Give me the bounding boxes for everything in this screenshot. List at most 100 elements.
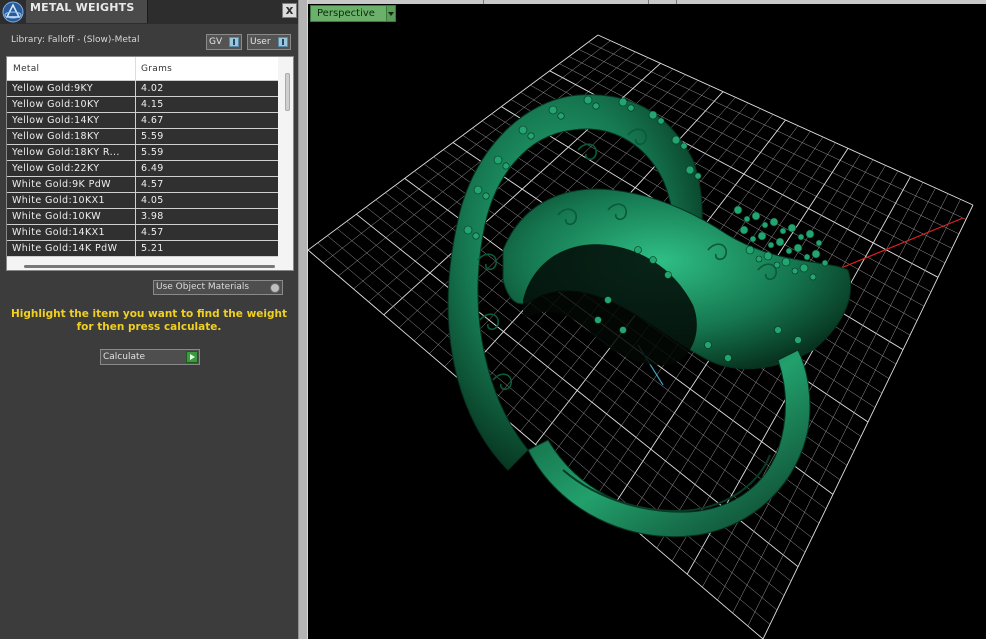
toggle-switch-icon	[229, 37, 239, 47]
viewport-divider	[648, 0, 649, 4]
toggle-switch-icon	[278, 37, 288, 47]
play-icon	[186, 351, 198, 363]
column-divider[interactable]	[135, 57, 136, 81]
use-object-materials-option[interactable]: Use Object Materials	[153, 280, 283, 295]
metal-cell: Yellow Gold:18KY R...	[12, 147, 120, 158]
bead	[548, 105, 558, 115]
bead	[594, 316, 602, 324]
column-header-metal[interactable]: Metal	[13, 64, 39, 74]
bead	[799, 263, 809, 273]
bead	[664, 271, 672, 279]
table-row[interactable]: Yellow Gold:22KY 6.49	[7, 161, 278, 177]
bead	[781, 257, 791, 267]
bead	[671, 135, 681, 145]
panel-title: METAL WEIGHTS	[30, 1, 135, 14]
table-row[interactable]: Yellow Gold:9KY 4.02	[7, 81, 278, 97]
cell-divider	[135, 129, 136, 145]
instruction-text: Highlight the item you want to find the …	[11, 308, 287, 333]
bead	[763, 251, 773, 261]
grams-cell: 5.59	[141, 131, 164, 142]
bead	[472, 232, 480, 240]
cell-divider	[135, 145, 136, 161]
viewport-divider	[676, 0, 677, 4]
grams-cell: 5.59	[141, 147, 164, 158]
grams-cell: 4.05	[141, 195, 164, 206]
calculate-label: Calculate	[103, 352, 146, 362]
bead	[739, 225, 749, 235]
bead	[685, 165, 695, 175]
bead	[648, 110, 658, 120]
bead	[797, 233, 805, 241]
radio-icon[interactable]	[270, 283, 280, 293]
bead	[649, 256, 657, 264]
table-row[interactable]: Yellow Gold:10KY 4.15	[7, 97, 278, 113]
table-row[interactable]: White Gold:10KX1 4.05	[7, 193, 278, 209]
table-row[interactable]: White Gold:10KW 3.98	[7, 209, 278, 225]
calculate-button[interactable]: Calculate	[100, 349, 200, 365]
viewport-scene	[308, 34, 974, 639]
grams-cell: 6.49	[141, 163, 164, 174]
user-library-toggle[interactable]: User	[247, 34, 291, 50]
chevron-down-icon[interactable]	[386, 5, 396, 22]
bead	[557, 112, 565, 120]
bead	[743, 215, 751, 223]
table-header: Metal Grams	[7, 57, 278, 81]
metal-cell: White Gold:14KX1	[12, 227, 105, 238]
panel-splitter[interactable]	[298, 0, 308, 639]
bead	[627, 104, 635, 112]
table-row[interactable]: White Gold:9K PdW 4.57	[7, 177, 278, 193]
bead	[805, 229, 815, 239]
bead	[527, 132, 535, 140]
library-label: Library: Falloff - (Slow)-Metal	[11, 35, 140, 45]
bead	[518, 125, 528, 135]
bead	[493, 155, 503, 165]
bead	[769, 217, 779, 227]
horizontal-scrollbar[interactable]	[24, 265, 275, 268]
table-row[interactable]: White Gold:14K PdW 5.21	[7, 241, 278, 257]
bead	[785, 247, 793, 255]
bead	[583, 95, 593, 105]
table-row[interactable]: Yellow Gold:18KY R... 5.59	[7, 145, 278, 161]
use-object-materials-label: Use Object Materials	[156, 282, 250, 292]
user-toggle-label: User	[250, 37, 271, 47]
close-icon: x	[285, 3, 294, 17]
bead	[592, 102, 600, 110]
bead	[761, 221, 769, 229]
grams-cell: 4.57	[141, 179, 164, 190]
view-mode-label[interactable]: Perspective	[310, 5, 388, 22]
bead	[657, 117, 665, 125]
metal-cell: Yellow Gold:22KY	[12, 163, 100, 174]
table-row[interactable]: Yellow Gold:18KY 5.59	[7, 129, 278, 145]
gv-library-toggle[interactable]: GV	[206, 34, 242, 50]
perspective-viewport[interactable]: Perspective	[308, 0, 986, 639]
grams-cell: 3.98	[141, 211, 164, 222]
panel-title-tab: METAL WEIGHTS	[26, 0, 148, 23]
bead	[618, 97, 628, 107]
app-window: METAL WEIGHTS x Library: Falloff - (Slow…	[0, 0, 986, 639]
column-header-grams[interactable]: Grams	[141, 64, 172, 74]
vertical-scrollbar[interactable]	[285, 73, 290, 111]
bead	[791, 267, 799, 275]
table-row[interactable]: Yellow Gold:14KY 4.67	[7, 113, 278, 129]
metal-cell: Yellow Gold:9KY	[12, 83, 94, 94]
bead	[793, 243, 803, 253]
bead	[482, 192, 490, 200]
cell-divider	[135, 209, 136, 225]
bead	[821, 259, 829, 267]
bead	[809, 273, 817, 281]
bead	[749, 235, 757, 243]
bead	[733, 205, 743, 215]
cell-divider	[135, 193, 136, 209]
grams-cell: 4.57	[141, 227, 164, 238]
bead	[811, 249, 821, 259]
close-button[interactable]: x	[282, 3, 297, 18]
bead	[724, 354, 732, 362]
metal-cell: White Gold:14K PdW	[12, 243, 118, 254]
ring-model	[447, 94, 852, 538]
bead	[779, 227, 787, 235]
cell-divider	[135, 97, 136, 113]
bead	[463, 225, 473, 235]
table-row[interactable]: White Gold:14KX1 4.57	[7, 225, 278, 241]
metal-cell: White Gold:10KX1	[12, 195, 105, 206]
bead	[787, 223, 797, 233]
